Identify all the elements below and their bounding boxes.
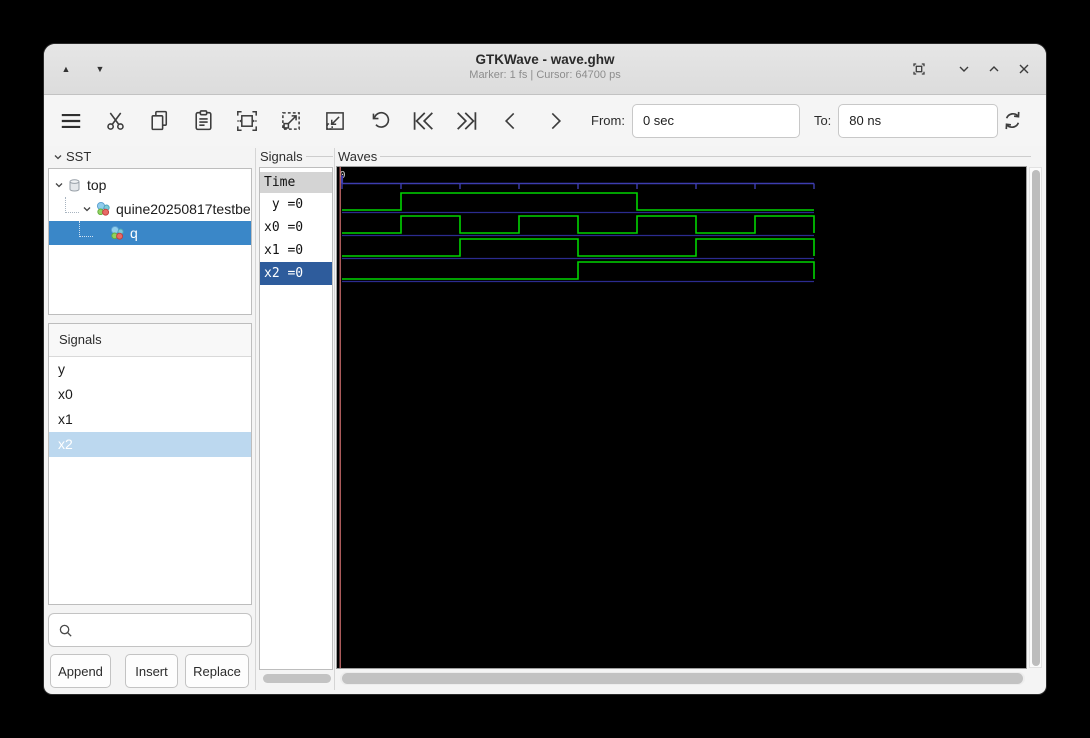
signal-search-box[interactable] — [48, 613, 252, 647]
to-input[interactable] — [838, 103, 999, 138]
zoom-fit-icon — [237, 110, 257, 131]
titlebar-text: GTKWave - wave.ghw Marker: 1 fs | Cursor… — [44, 51, 1046, 83]
module-spheres-icon — [95, 201, 111, 217]
skip-end-button[interactable] — [453, 107, 481, 135]
zoom-in-icon — [282, 111, 300, 130]
insert-button[interactable]: Insert — [125, 654, 178, 688]
window-title: GTKWave - wave.ghw — [475, 52, 615, 67]
tree-connector — [65, 197, 79, 213]
from-input[interactable] — [631, 103, 800, 138]
wave-name-panel: Time y =0 x0 =0 x1 =0 x2 =0 — [259, 167, 333, 670]
close-icon — [1019, 64, 1029, 74]
reload-button[interactable] — [998, 107, 1026, 135]
paste-icon — [194, 110, 212, 131]
skip-end-icon — [457, 111, 477, 130]
undo-button[interactable] — [365, 107, 393, 135]
sst-section-header[interactable]: SST — [52, 149, 91, 164]
tree-item-label: quine20250817testbench — [116, 201, 251, 217]
skip-start-button[interactable] — [409, 107, 437, 135]
tree-connector — [79, 221, 93, 237]
signal-list-item-x1[interactable]: x1 — [49, 407, 251, 432]
time-column-header[interactable]: Time — [260, 172, 332, 193]
frame-border — [306, 156, 333, 157]
toolbar: From: To: — [44, 95, 1046, 146]
scrollbar-thumb[interactable] — [342, 673, 1023, 684]
wave-name-row-x2[interactable]: x2 =0 — [260, 262, 332, 285]
signal-list-item-y[interactable]: y — [49, 357, 251, 382]
pane-splitter-left[interactable] — [255, 148, 256, 690]
sst-label: SST — [66, 149, 92, 164]
maximize-button[interactable] — [981, 56, 1007, 82]
marker-cursor-status: Marker: 1 fs | Cursor: 64700 ps — [469, 69, 621, 81]
wave-hscrollbar[interactable] — [340, 672, 1025, 685]
wave-name-row-x0[interactable]: x0 =0 — [260, 216, 332, 239]
sst-tree: top quine20250817testbench — [48, 168, 252, 315]
signal-browser: Signals y x0 x1 x2 — [48, 323, 252, 605]
fit-window-icon — [913, 63, 925, 75]
waveform-plot[interactable]: 0 — [337, 167, 1026, 668]
chevron-down-icon — [54, 154, 62, 159]
sst-tree-item-q[interactable]: q — [49, 221, 251, 245]
zoom-out-icon — [326, 111, 344, 130]
cut-button[interactable] — [101, 107, 129, 135]
frame-border — [380, 156, 1031, 157]
zoom-fit-button[interactable] — [233, 107, 261, 135]
step-back-icon — [504, 112, 515, 129]
signal-browser-header[interactable]: Signals — [49, 324, 251, 357]
chevron-down-icon — [959, 66, 969, 72]
wave-canvas[interactable]: 0 — [336, 166, 1027, 669]
sst-tree-item-top[interactable]: top — [49, 173, 251, 197]
minimize-button[interactable] — [951, 56, 977, 82]
step-back-button[interactable] — [497, 107, 525, 135]
chevron-up-icon — [989, 66, 999, 72]
menu-button[interactable] — [57, 107, 85, 135]
wave-name-row-x1[interactable]: x1 =0 — [260, 239, 332, 262]
copy-button[interactable] — [145, 107, 173, 135]
expander-icon[interactable] — [53, 179, 65, 191]
pane-splitter-right[interactable] — [334, 148, 335, 690]
step-forward-icon — [551, 112, 562, 129]
fit-window-button[interactable] — [906, 56, 932, 82]
tree-item-label: q — [130, 225, 138, 241]
replace-button[interactable]: Replace — [185, 654, 249, 688]
undo-icon — [372, 111, 390, 128]
menu-icon — [61, 113, 81, 128]
search-icon — [59, 624, 72, 637]
sst-tree-item-testbench[interactable]: quine20250817testbench — [49, 197, 251, 221]
to-label: To: — [813, 113, 832, 128]
signal-list-item-x0[interactable]: x0 — [49, 382, 251, 407]
module-spheres-icon — [109, 225, 125, 241]
copy-icon — [150, 110, 167, 131]
signal-list-item-x2[interactable]: x2 — [49, 432, 251, 457]
cut-icon — [106, 112, 124, 130]
zoom-in-button[interactable] — [277, 107, 305, 135]
close-button[interactable] — [1011, 56, 1037, 82]
titlebar[interactable]: ▲ ▼ GTKWave - wave.ghw Marker: 1 fs | Cu… — [44, 44, 1046, 95]
paste-button[interactable] — [189, 107, 217, 135]
from-label: From: — [591, 113, 625, 128]
zoom-out-button[interactable] — [321, 107, 349, 135]
step-forward-button[interactable] — [541, 107, 569, 135]
scrollbar-thumb[interactable] — [263, 674, 331, 683]
wave-vscrollbar[interactable] — [1029, 167, 1042, 668]
append-button[interactable]: Append — [50, 654, 111, 688]
waves-frame-label: Waves — [338, 149, 378, 164]
reload-icon — [1005, 111, 1020, 130]
signals-frame-label: Signals — [260, 149, 303, 164]
wave-name-row-y[interactable]: y =0 — [260, 193, 332, 216]
wave-name-hscrollbar[interactable] — [262, 674, 332, 683]
expander-icon[interactable] — [81, 203, 93, 215]
skip-start-icon — [413, 111, 433, 130]
scope-cylinder-icon — [67, 178, 82, 193]
desktop-background: ▲ ▼ GTKWave - wave.ghw Marker: 1 fs | Cu… — [0, 0, 1090, 738]
gtkwave-window: ▲ ▼ GTKWave - wave.ghw Marker: 1 fs | Cu… — [44, 44, 1046, 694]
tree-item-label: top — [87, 177, 107, 193]
scrollbar-thumb[interactable] — [1031, 170, 1040, 666]
